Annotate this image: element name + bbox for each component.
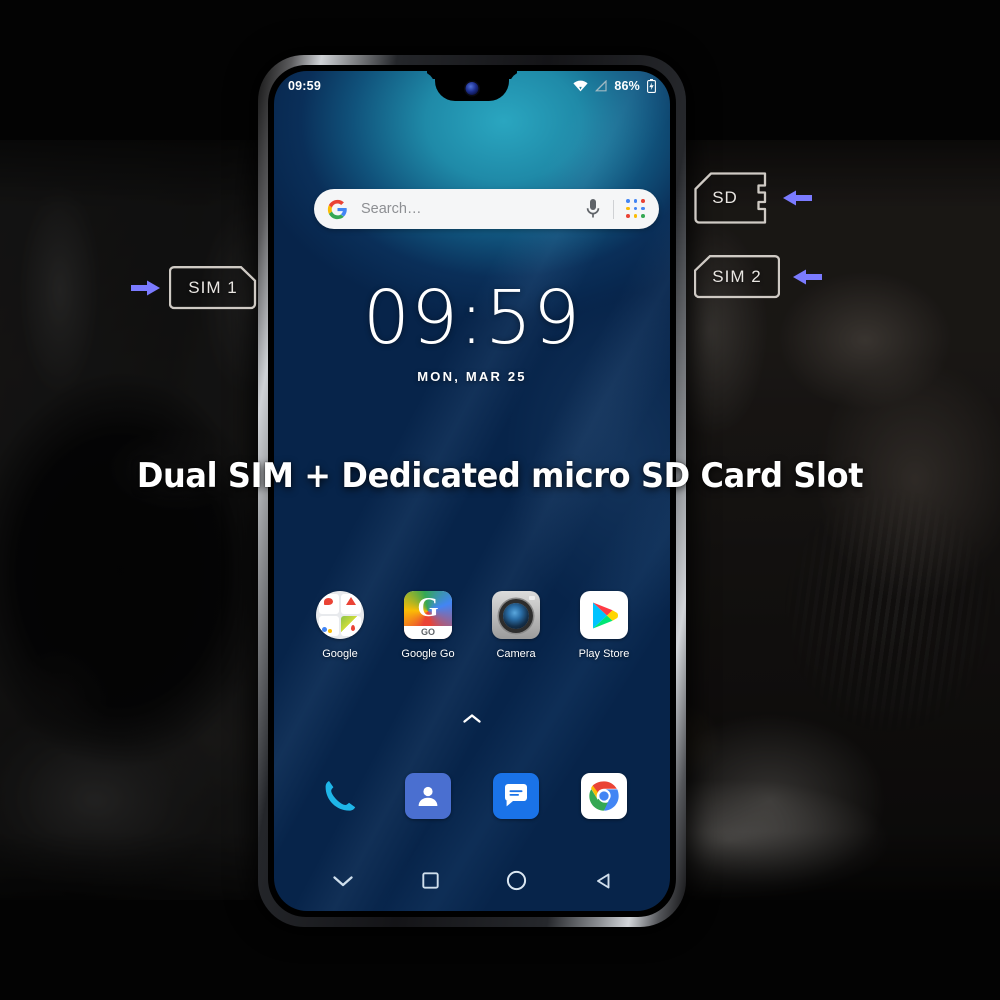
callout-sim-2: SIM 2 — [694, 254, 822, 300]
callout-sd: SD — [694, 172, 812, 224]
sd-label: SD — [712, 188, 738, 207]
arrow-left-icon — [782, 188, 812, 208]
app-grid: Google G GO Google Go Camera Play Store — [296, 591, 648, 660]
google-go-icon: G GO — [404, 591, 452, 639]
wifi-icon — [573, 80, 588, 92]
promo-banner: 09:59 86% Search… 09:59 MON, MAR 25 Goog… — [0, 0, 1000, 1000]
status-bar-time: 09:59 — [288, 79, 321, 93]
callout-sim-1: SIM 1 — [131, 265, 257, 311]
sim2-card-shape: SIM 2 — [694, 254, 780, 300]
search-input[interactable]: Search… — [361, 201, 585, 217]
play-store-icon — [580, 591, 628, 639]
status-bar: 09:59 86% — [274, 71, 670, 101]
google-folder-icon — [316, 591, 364, 639]
signal-off-icon — [595, 80, 607, 92]
google-go-letter: G — [417, 592, 439, 622]
sim1-label: SIM 1 — [188, 278, 238, 297]
app-label: Google — [322, 648, 358, 660]
search-divider — [613, 199, 614, 219]
navigation-bar — [274, 861, 670, 905]
app-drawer-handle[interactable] — [274, 711, 670, 729]
recents-square-icon[interactable] — [421, 872, 439, 894]
sim2-label: SIM 2 — [712, 267, 762, 286]
google-go-badge: GO — [404, 626, 452, 639]
app-google[interactable]: Google — [303, 591, 377, 660]
sd-card-shape: SD — [694, 172, 770, 224]
arrow-left-icon — [792, 267, 822, 287]
contacts-icon[interactable] — [405, 773, 451, 819]
battery-percent: 86% — [614, 79, 640, 93]
app-label: Play Store — [578, 648, 630, 660]
chrome-icon[interactable] — [581, 773, 627, 819]
app-google-go[interactable]: G GO Google Go — [391, 591, 465, 660]
sim1-card-shape: SIM 1 — [169, 265, 257, 311]
messages-icon[interactable] — [493, 773, 539, 819]
home-circle-icon[interactable] — [506, 870, 527, 896]
back-triangle-icon[interactable] — [595, 872, 612, 895]
dock — [296, 773, 648, 819]
camera-icon — [492, 591, 540, 639]
arrow-right-icon — [131, 278, 161, 298]
app-label: Google Go — [401, 648, 455, 660]
clock-widget[interactable]: 09:59 MON, MAR 25 — [274, 281, 670, 384]
app-play-store[interactable]: Play Store — [567, 591, 641, 660]
app-camera[interactable]: Camera — [479, 591, 553, 660]
google-g-icon — [327, 199, 348, 220]
apps-grid-icon[interactable] — [626, 199, 646, 219]
microphone-icon[interactable] — [585, 198, 601, 220]
google-search-bar[interactable]: Search… — [314, 189, 659, 229]
hide-keyboard-icon[interactable] — [332, 874, 354, 893]
phone-icon[interactable] — [317, 773, 363, 819]
clock-time: 09:59 — [362, 275, 582, 361]
clock-date: MON, MAR 25 — [417, 369, 527, 384]
headline-text: Dual SIM + Dedicated micro SD Card Slot — [136, 456, 864, 496]
app-label: Camera — [496, 648, 536, 660]
battery-icon — [647, 79, 656, 93]
